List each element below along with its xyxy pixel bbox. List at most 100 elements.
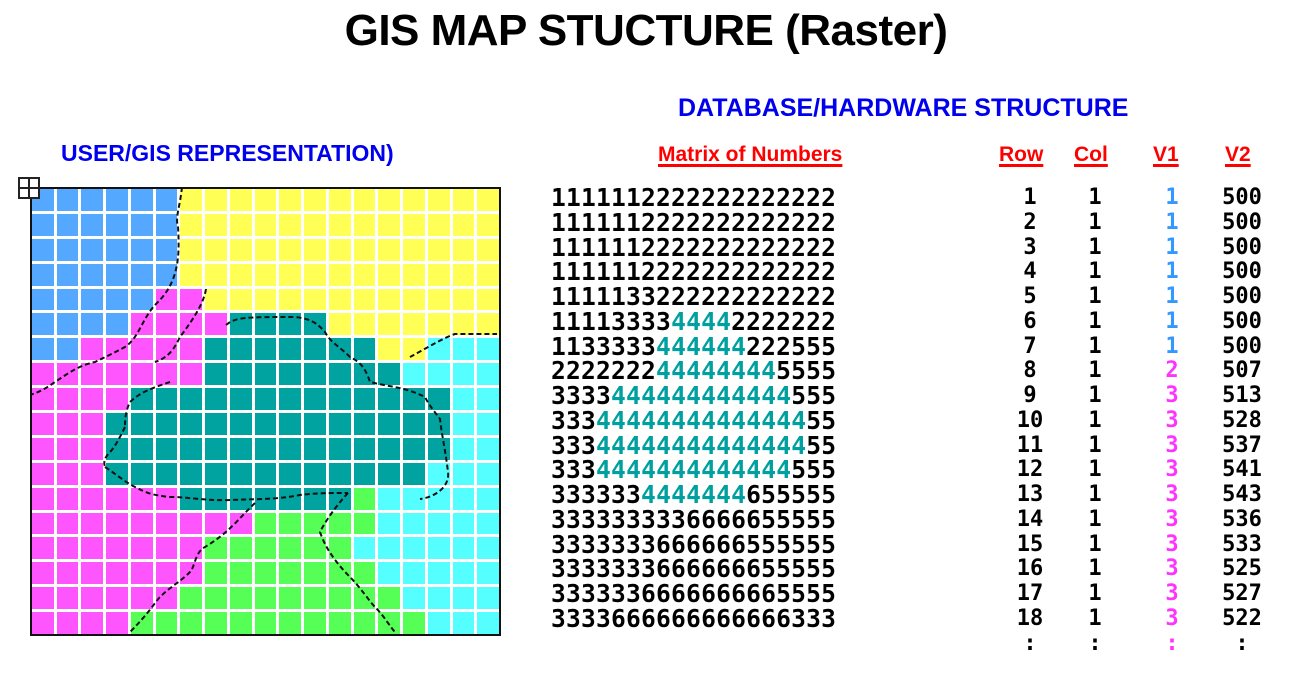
map-cell-class-4 [254, 437, 277, 460]
map-cell-class-5 [427, 537, 450, 560]
map-cell-class-4 [229, 413, 252, 435]
map-cell-class-6 [279, 587, 302, 610]
v2-cell: 525 [1222, 556, 1262, 582]
map-cell-class-2 [427, 189, 450, 211]
map-cell-class-2 [304, 288, 326, 311]
v2-cell: 500 [1222, 259, 1262, 285]
map-cell-class-6 [328, 587, 351, 610]
map-cell-class-3 [106, 388, 128, 410]
move-handle-icon[interactable] [18, 177, 40, 199]
map-cell-class-4 [229, 363, 252, 386]
map-cell-class-6 [180, 612, 203, 634]
page-title: GIS MAP STUCTURE (Raster) [344, 6, 948, 55]
map-cell-class-4 [229, 313, 252, 336]
col-cell: 1 [1088, 234, 1102, 260]
v2-cell: 500 [1222, 209, 1262, 235]
map-cell-class-6 [353, 487, 376, 510]
v2-cell: 500 [1222, 308, 1262, 334]
map-cell-class-1 [106, 288, 128, 311]
map-cell-class-3 [205, 313, 227, 336]
v2-cell: 507 [1222, 358, 1262, 384]
col-cell: 1 [1088, 482, 1102, 507]
map-cell-class-2 [403, 263, 425, 286]
map-cell-class-6 [254, 512, 277, 535]
map-cell-class-3 [155, 338, 178, 361]
map-cell-class-6 [304, 587, 326, 610]
v1-cell: 3 [1165, 457, 1179, 483]
map-cell-class-6 [205, 537, 227, 560]
row-cell: 11 [1016, 432, 1044, 458]
col-cell: 1 [1088, 556, 1102, 582]
map-cell-class-1 [155, 263, 178, 286]
map-cell-class-2 [452, 238, 475, 261]
map-cell-class-4 [427, 413, 450, 435]
map-cell-class-2 [477, 288, 499, 311]
matrix-column-header: Matrix of Numbers [658, 143, 843, 166]
map-cell-class-3 [130, 363, 153, 386]
map-cell-class-1 [106, 238, 128, 261]
map-cell-class-1 [32, 288, 54, 311]
map-cell-class-1 [32, 263, 54, 286]
map-cell-class-3 [180, 562, 203, 585]
map-cell-class-3 [106, 512, 128, 535]
map-cell-class-4 [279, 462, 302, 485]
map-cell-class-3 [229, 512, 252, 535]
row-cell: 16 [1016, 556, 1044, 582]
map-cell-class-3 [130, 512, 153, 535]
map-cell-class-6 [353, 512, 376, 535]
map-cell-class-2 [403, 313, 425, 336]
map-cell-class-2 [254, 213, 277, 236]
map-cell-class-3 [106, 338, 128, 361]
map-cell-class-3 [180, 288, 203, 311]
v1-cell: 3 [1165, 506, 1179, 532]
map-cell-class-5 [378, 487, 401, 510]
map-cell-class-6 [130, 612, 153, 634]
map-cell-class-4 [279, 363, 302, 386]
map-cell-class-2 [180, 238, 203, 261]
map-cell-class-4 [279, 313, 302, 336]
map-cell-class-2 [353, 213, 376, 236]
map-cell-class-5 [477, 562, 499, 585]
map-cell-class-5 [477, 338, 499, 361]
map-cell-class-4 [180, 462, 203, 485]
v2-cell: 536 [1222, 506, 1262, 532]
v1-cell: 1 [1165, 209, 1179, 235]
map-cell-class-6 [328, 512, 351, 535]
map-cell-class-1 [32, 238, 54, 261]
map-cell-class-4 [155, 388, 178, 410]
map-cell-class-6 [279, 562, 302, 585]
matrix-row: 3333666666666666333 [551, 603, 837, 633]
map-cell-class-3 [32, 363, 54, 386]
map-cell-class-5 [378, 512, 401, 535]
map-cell-class-3 [180, 537, 203, 560]
row-cell: 1 [1023, 185, 1037, 210]
map-cell-class-4 [180, 487, 203, 510]
map-cell-class-4 [304, 437, 326, 460]
v1-cell: 3 [1165, 531, 1179, 557]
map-cell-class-2 [279, 263, 302, 286]
map-cell-class-4 [304, 338, 326, 361]
map-cell-class-4 [254, 363, 277, 386]
map-cell-class-4 [427, 437, 450, 460]
map-cell-class-3 [56, 587, 79, 610]
map-cell-class-2 [180, 213, 203, 236]
map-cell-class-4 [180, 437, 203, 460]
map-cell-class-5 [477, 388, 499, 410]
col-cell: 1 [1088, 308, 1102, 334]
v1-cell: 3 [1165, 432, 1179, 458]
map-cell-class-2 [477, 189, 499, 211]
map-cell-class-1 [155, 189, 178, 211]
map-cell-class-2 [205, 288, 227, 311]
map-cell-class-3 [56, 437, 79, 460]
map-cell-class-6 [353, 612, 376, 634]
row-cell: 10 [1016, 407, 1044, 433]
map-cell-class-3 [130, 537, 153, 560]
row-cell: 5 [1023, 284, 1037, 309]
map-cell-class-3 [180, 363, 203, 386]
map-cell-class-4 [229, 437, 252, 460]
map-cell-class-3 [81, 612, 104, 634]
map-cell-class-6 [229, 612, 252, 634]
map-cell-class-4 [427, 388, 450, 410]
map-cell-class-4 [328, 363, 351, 386]
map-cell-class-5 [427, 562, 450, 585]
